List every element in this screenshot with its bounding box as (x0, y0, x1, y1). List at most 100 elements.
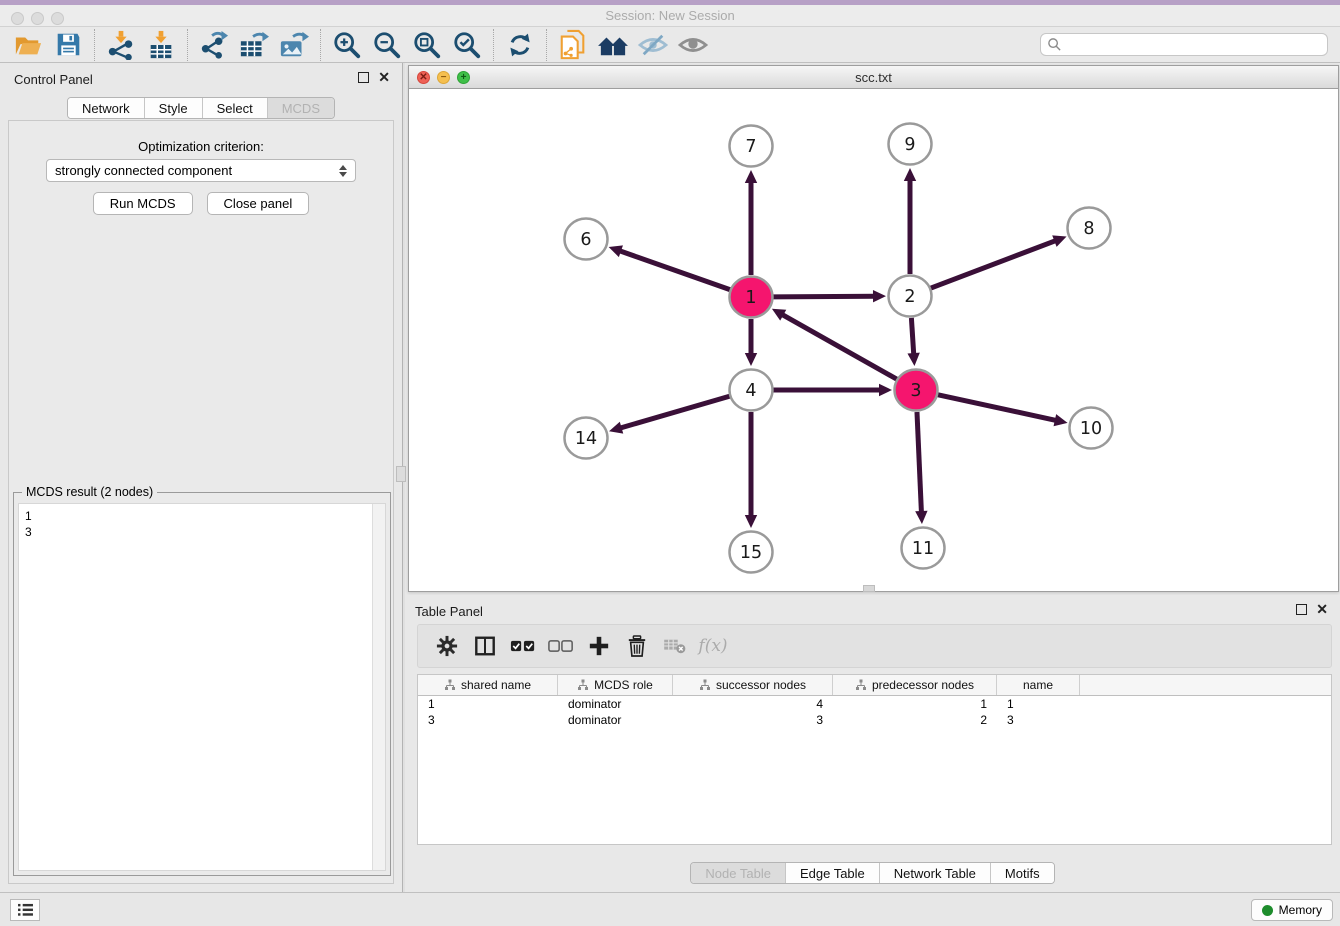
toolbar-separator (320, 29, 321, 61)
select-all-button[interactable] (504, 628, 542, 664)
graph-edge-1-6[interactable] (618, 250, 730, 289)
delete-row-button[interactable] (618, 628, 656, 664)
unchecked-boxes-icon (548, 639, 574, 653)
save-session-button[interactable] (48, 28, 88, 62)
table-cell[interactable]: dominator (558, 697, 673, 711)
graph-edge-arrowhead (609, 422, 623, 434)
graph-edge-2-3[interactable] (911, 318, 913, 356)
apply-function-button[interactable]: f(x) (694, 628, 732, 664)
graph-node-label: 8 (1083, 219, 1094, 239)
tab-network[interactable]: Network (68, 98, 144, 118)
graph-node-label: 15 (740, 543, 762, 563)
memory-status-icon (1262, 905, 1273, 916)
tree-icon (444, 679, 456, 691)
graph-edge-arrowhead (907, 353, 919, 366)
result-scrollbar[interactable] (372, 504, 385, 870)
criterion-value: strongly connected component (55, 163, 339, 178)
tab-motifs[interactable]: Motifs (990, 863, 1054, 883)
graph-node-label: 11 (912, 539, 934, 559)
graph-node-label: 6 (580, 230, 591, 250)
close-panel-button[interactable]: Close panel (207, 192, 310, 215)
table-cell[interactable]: 4 (673, 697, 833, 711)
float-panel-icon[interactable] (358, 72, 369, 83)
deselect-all-button[interactable] (542, 628, 580, 664)
graph-node-label: 4 (745, 381, 756, 401)
table-cell[interactable]: dominator (558, 713, 673, 727)
open-session-button[interactable] (8, 28, 48, 62)
hide-graphics-button[interactable] (633, 28, 673, 62)
tab-mcds[interactable]: MCDS (267, 98, 334, 118)
home-button[interactable] (593, 28, 633, 62)
add-row-button[interactable] (580, 628, 618, 664)
export-image-button[interactable] (274, 28, 314, 62)
table-settings-button[interactable] (428, 628, 466, 664)
graph-edge-1-2[interactable] (773, 296, 876, 297)
zoom-out-button[interactable] (367, 28, 407, 62)
zoom-in-button[interactable] (327, 28, 367, 62)
memory-button[interactable]: Memory (1251, 899, 1333, 921)
network-window-titlebar[interactable]: ✕ − + scc.txt (409, 66, 1338, 89)
graph-edge-2-8[interactable] (931, 240, 1058, 288)
table-cell[interactable]: 1 (418, 697, 558, 711)
table-row[interactable]: 1dominator411 (418, 696, 1331, 712)
column-header-predecessor-nodes[interactable]: predecessor nodes (833, 675, 997, 695)
graph-edge-3-11[interactable] (917, 412, 922, 514)
table-cell[interactable]: 2 (833, 713, 997, 727)
tab-edge-table[interactable]: Edge Table (785, 863, 879, 883)
close-table-panel-icon[interactable]: ✕ (1316, 604, 1328, 615)
graph-edge-3-10[interactable] (937, 395, 1057, 421)
export-table-button[interactable] (234, 28, 274, 62)
tab-select[interactable]: Select (202, 98, 267, 118)
table-cell[interactable]: 3 (418, 713, 558, 727)
import-table-button[interactable] (141, 28, 181, 62)
clone-network-button[interactable] (553, 28, 593, 62)
table-tabs: Node TableEdge TableNetwork TableMotifs (690, 862, 1054, 884)
close-panel-icon[interactable]: ✕ (378, 72, 390, 83)
table-cell[interactable]: 3 (997, 713, 1080, 727)
network-view-window: ✕ − + scc.txt 7968124314101511 (408, 65, 1339, 592)
search-box[interactable] (1040, 33, 1328, 56)
zoom-fit-icon (412, 30, 442, 60)
control-panel-tabs: NetworkStyleSelectMCDS (67, 97, 335, 119)
delete-table-button[interactable] (656, 628, 694, 664)
network-canvas[interactable]: 7968124314101511 (409, 89, 1338, 591)
divider-grip[interactable] (396, 466, 406, 482)
table-cell[interactable]: 1 (997, 697, 1080, 711)
export-network-button[interactable] (194, 28, 234, 62)
tab-style[interactable]: Style (144, 98, 202, 118)
zoom-selected-button[interactable] (447, 28, 487, 62)
search-input[interactable] (1062, 36, 1327, 54)
columns-icon (474, 635, 496, 657)
float-table-panel-icon[interactable] (1296, 604, 1307, 615)
show-graphics-button[interactable] (673, 28, 713, 62)
table-row[interactable]: 3dominator323 (418, 712, 1331, 728)
tab-network-table[interactable]: Network Table (879, 863, 990, 883)
show-columns-button[interactable] (466, 628, 504, 664)
mcds-result-area[interactable]: 13 (18, 503, 386, 871)
delete-table-icon (663, 637, 687, 655)
task-history-button[interactable] (10, 899, 40, 921)
criterion-dropdown[interactable]: strongly connected component (46, 159, 356, 182)
column-header-name[interactable]: name (997, 675, 1080, 695)
column-header-MCDS-role[interactable]: MCDS role (558, 675, 673, 695)
result-line: 3 (25, 524, 379, 540)
export-network-icon (199, 30, 229, 60)
horizontal-divider-grip[interactable] (863, 585, 875, 592)
table-cell[interactable]: 1 (833, 697, 997, 711)
node-table[interactable]: shared nameMCDS rolesuccessor nodesprede… (417, 674, 1332, 845)
graph-edge-4-14[interactable] (619, 396, 730, 428)
column-header-shared-name[interactable]: shared name (418, 675, 558, 695)
column-header-successor-nodes[interactable]: successor nodes (673, 675, 833, 695)
graph-edge-3-1[interactable] (781, 314, 897, 380)
control-panel-header: Control Panel ✕ (0, 63, 402, 93)
graph-edge-arrowhead (915, 511, 927, 524)
import-network-button[interactable] (101, 28, 141, 62)
refresh-button[interactable] (500, 28, 540, 62)
table-cell[interactable]: 3 (673, 713, 833, 727)
tree-icon (699, 679, 711, 691)
zoom-fit-button[interactable] (407, 28, 447, 62)
run-mcds-button[interactable]: Run MCDS (93, 192, 193, 215)
tab-node-table[interactable]: Node Table (691, 863, 785, 883)
optimization-criterion-label: Optimization criterion: (9, 139, 393, 154)
titlebar[interactable]: Session: New Session (0, 5, 1340, 27)
